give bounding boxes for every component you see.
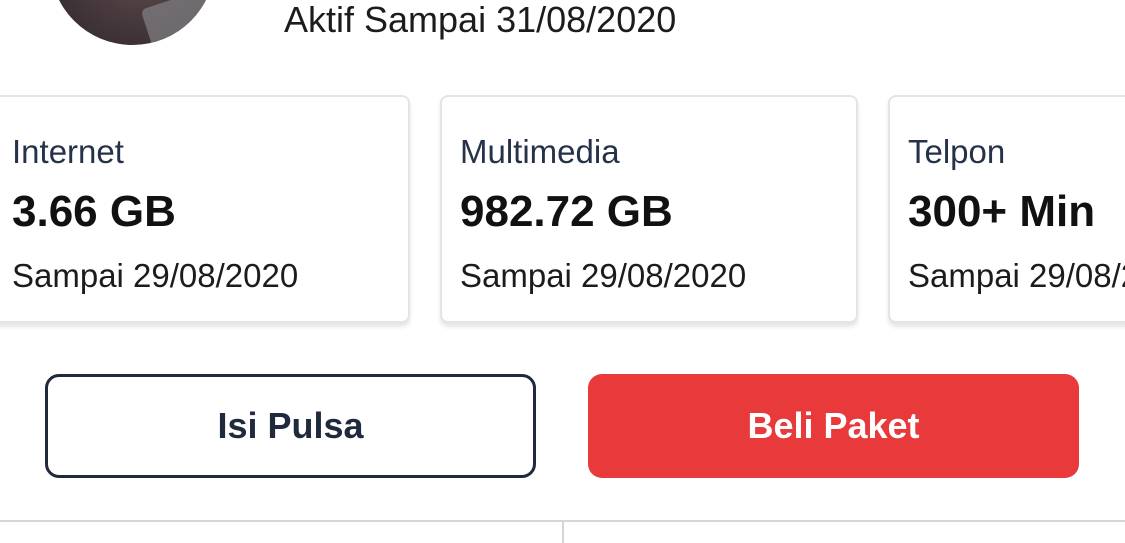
bottom-vertical-divider xyxy=(562,520,564,543)
account-summary-screen: Aktif Sampai 31/08/2020 Internet 3.66 GB… xyxy=(0,0,1125,543)
balance-card-value: 982.72 GB xyxy=(460,187,673,236)
balance-card-value: 3.66 GB xyxy=(12,187,176,236)
balance-card-value: 300+ Min xyxy=(908,187,1096,236)
beli-paket-button[interactable]: Beli Paket xyxy=(588,374,1079,478)
balance-card-multimedia[interactable]: Multimedia 982.72 GB Sampai 29/08/2020 xyxy=(440,95,858,323)
balance-card-label: Multimedia xyxy=(460,133,620,170)
isi-pulsa-button[interactable]: Isi Pulsa xyxy=(45,374,536,478)
balance-card-internet[interactable]: Internet 3.66 GB Sampai 29/08/2020 xyxy=(0,95,410,323)
balance-card-expiry: Sampai 29/08/2020 xyxy=(908,257,1125,294)
balance-card-label: Internet xyxy=(12,133,124,170)
balance-card-expiry: Sampai 29/08/2020 xyxy=(12,257,299,294)
balance-card-label: Telpon xyxy=(908,133,1006,170)
balance-card-telpon[interactable]: Telpon 300+ Min Sampai 29/08/2020 xyxy=(888,95,1125,323)
balance-card-expiry: Sampai 29/08/2020 xyxy=(460,257,747,294)
balance-cards-carousel[interactable]: Internet 3.66 GB Sampai 29/08/2020 Multi… xyxy=(0,0,1125,340)
